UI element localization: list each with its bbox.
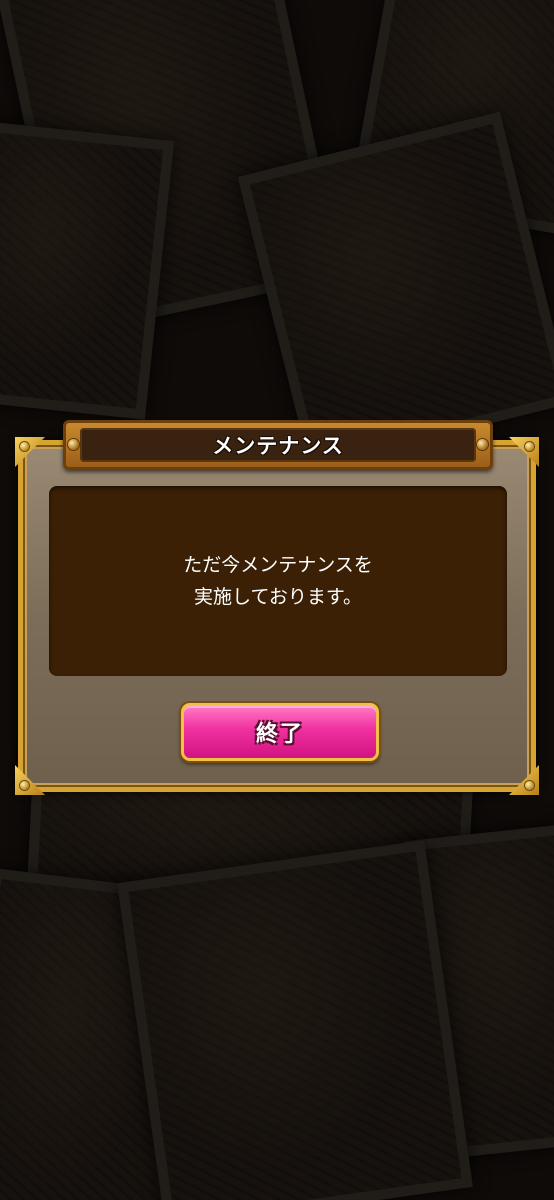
frame-corner-ornament [509,765,539,795]
maintenance-message: ただ今メンテナンスを 実施しております。 [183,554,373,608]
message-panel: ただ今メンテナンスを 実施しております。 [49,486,507,676]
frame-corner-ornament [15,765,45,795]
rivet-icon [68,439,79,450]
frame-corner-ornament [509,437,539,467]
end-button[interactable]: 終了 [181,703,379,761]
dialog-title-plate: メンテナンス [63,420,493,470]
dialog-title: メンテナンス [212,434,344,458]
end-button-label: 終了 [255,722,304,747]
frame-corner-ornament [15,437,45,467]
maintenance-dialog: メンテナンス ただ今メンテナンスを 実施しております。 終了 [15,420,539,795]
rivet-icon [477,439,488,450]
